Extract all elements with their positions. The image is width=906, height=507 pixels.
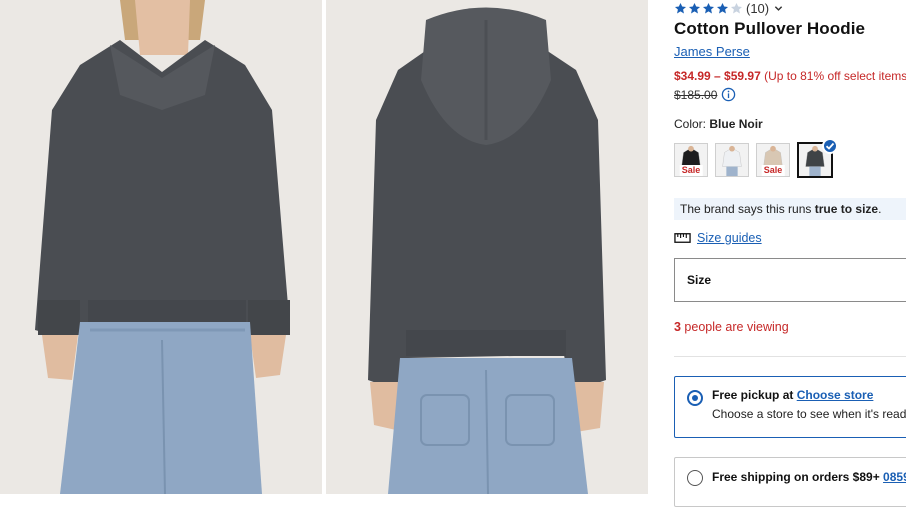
price-row: $34.99 – $59.97 (Up to 81% off select it… — [674, 69, 906, 83]
original-price: $185.00 — [674, 87, 718, 102]
star-rating — [674, 2, 743, 15]
back-photo-illustration — [326, 0, 648, 494]
chevron-down-icon — [774, 6, 783, 11]
color-value: Blue Noir — [709, 117, 763, 131]
pickup-subtext: Choose a store to see when it's ready — [712, 407, 906, 421]
color-label: Color: — [674, 117, 707, 131]
swatch-thumbnail — [716, 144, 748, 176]
divider — [674, 356, 906, 357]
front-photo-illustration — [0, 0, 322, 494]
fit-value: true to size — [814, 202, 879, 216]
star-icon — [716, 2, 729, 14]
sale-price: $34.99 – $59.97 — [674, 69, 761, 83]
star-icon — [702, 2, 715, 14]
product-image-front[interactable] — [0, 0, 322, 494]
pickup-option[interactable]: Free pickup at Choose store Choose a sto… — [674, 376, 906, 438]
shipping-title: Free shipping on orders $89+ 08590 — [712, 470, 906, 484]
product-title: Cotton Pullover Hoodie — [674, 19, 866, 38]
shipping-option[interactable]: Free shipping on orders $89+ 08590 — [674, 457, 906, 507]
shipping-radio[interactable] — [687, 470, 703, 486]
original-price-row: $185.00 — [674, 87, 736, 102]
rating-summary[interactable]: (10) — [674, 1, 783, 16]
rating-count: (10) — [746, 1, 770, 16]
fit-prefix: The brand says this runs — [680, 202, 815, 216]
pickup-radio[interactable] — [687, 390, 703, 406]
pickup-prefix: Free pickup at — [712, 388, 797, 402]
product-info-panel: (10) Cotton Pullover Hoodie James Perse … — [674, 0, 906, 507]
size-select-label: Size — [687, 273, 712, 287]
color-swatch-black[interactable]: Sale — [674, 143, 708, 177]
color-swatch-blue-noir[interactable] — [797, 138, 838, 178]
star-icon — [688, 2, 701, 14]
size-select[interactable]: Size — [674, 258, 906, 302]
zip-code-link[interactable]: 08590 — [883, 470, 906, 484]
size-guides-link[interactable]: Size guides — [674, 231, 762, 245]
choose-store-link[interactable]: Choose store — [797, 388, 874, 402]
shipping-prefix: Free shipping on orders $89+ — [712, 470, 884, 484]
ruler-icon — [674, 233, 691, 243]
size-guides-label: Size guides — [697, 231, 762, 245]
selected-check-icon — [822, 138, 838, 154]
product-image-back[interactable] — [326, 0, 648, 494]
color-swatches: Sale Sale — [674, 138, 838, 178]
viewers-notice: 3 people are viewing — [674, 320, 789, 334]
brand-link[interactable]: James Perse — [674, 44, 750, 59]
discount-text: (Up to 81% off select items) — [764, 69, 906, 83]
fit-suffix: . — [878, 202, 882, 216]
pickup-title: Free pickup at Choose store — [712, 388, 873, 402]
viewers-count: 3 — [674, 320, 681, 334]
color-swatch-oatmeal[interactable]: Sale — [756, 143, 790, 177]
sale-badge: Sale — [761, 165, 785, 176]
color-swatch-white[interactable] — [715, 143, 749, 177]
color-selection-label: Color: Blue Noir — [674, 117, 763, 131]
sale-badge: Sale — [679, 165, 703, 176]
star-icon — [674, 2, 687, 14]
star-icon — [730, 2, 743, 14]
fit-info-banner: The brand says this runs true to size. — [674, 198, 906, 220]
info-icon[interactable] — [721, 87, 736, 102]
viewers-text: people are viewing — [680, 320, 789, 334]
